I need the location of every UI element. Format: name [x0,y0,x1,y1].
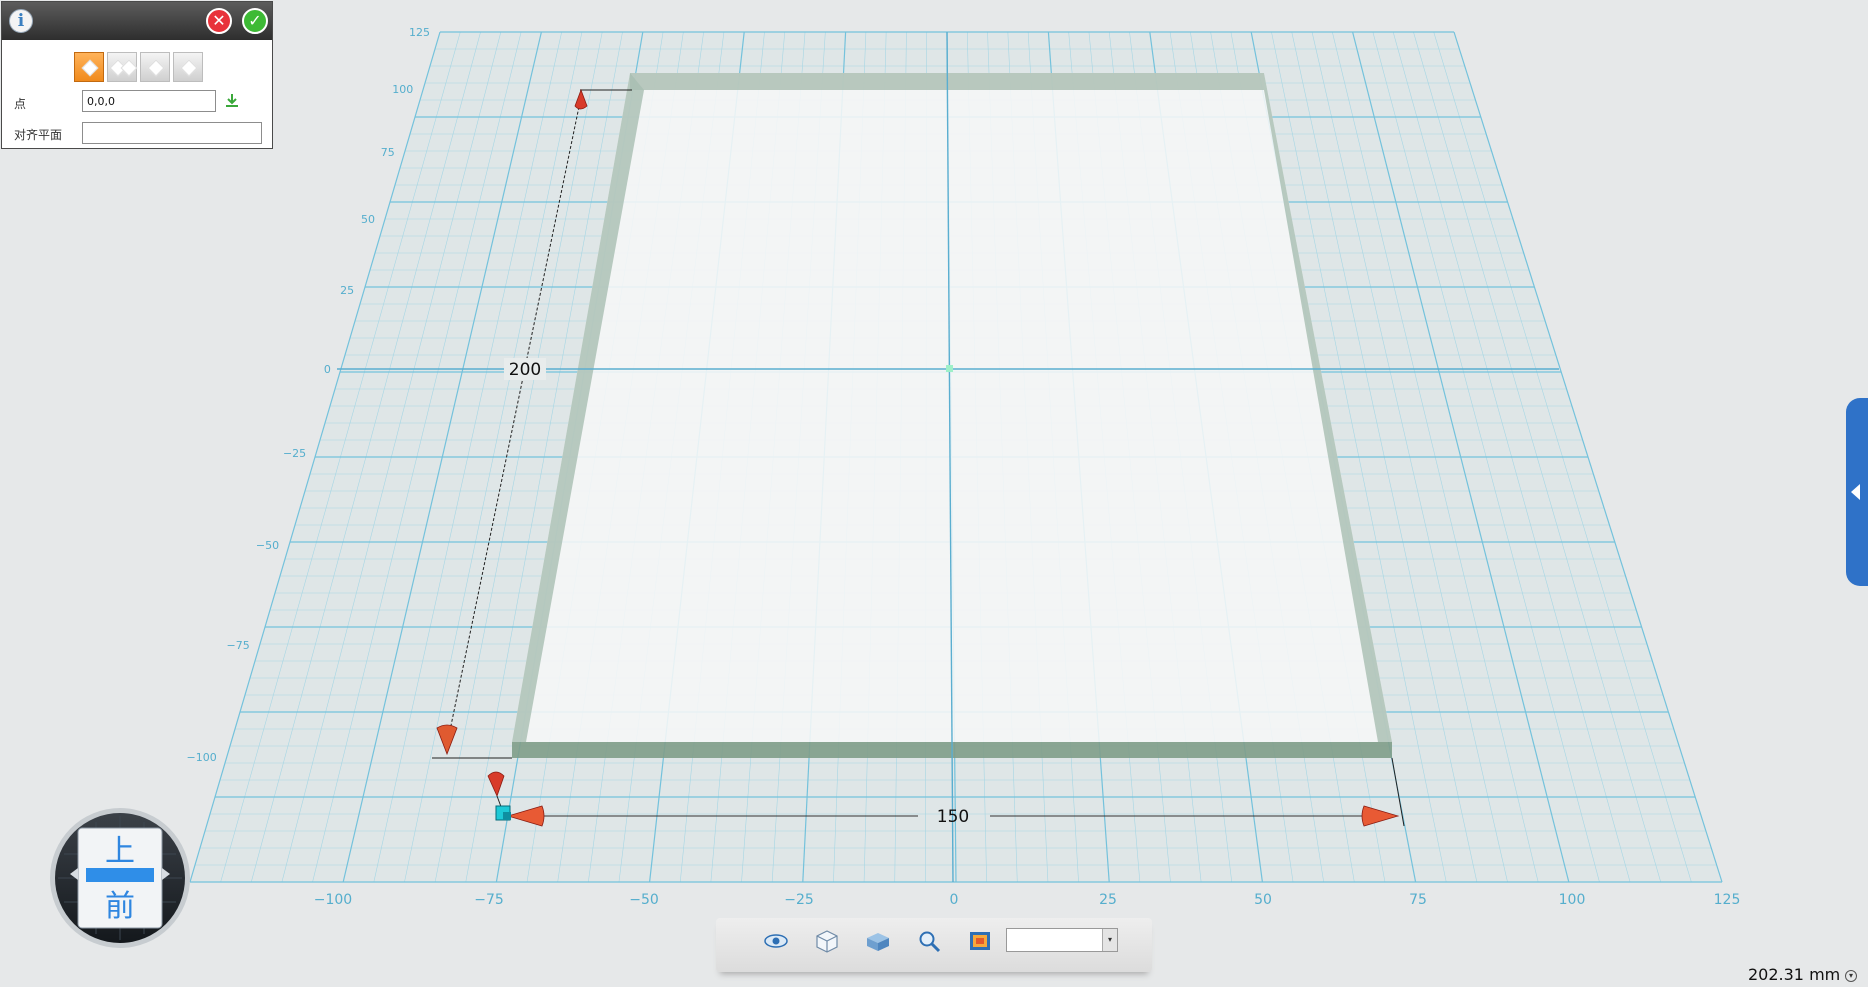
tick-label-x: 25 [1099,892,1117,908]
edge-point-mode-button[interactable] [140,52,170,82]
tick-label-x: −75 [474,892,504,908]
dropdown-arrow-icon[interactable]: ▾ [1102,929,1117,951]
point-coordinate-input[interactable] [82,90,216,112]
point-tool-panel: i ✕ ✓ 点 对齐平面 [1,1,273,149]
zoom-icon[interactable] [915,928,943,954]
corner-gizmo[interactable] [495,805,511,821]
panel-header: i ✕ ✓ [2,2,272,40]
chevron-left-icon [1851,484,1860,500]
tick-label-y: 100 [392,83,413,96]
view-cube-top-face[interactable]: 上 [105,834,135,869]
3d-viewport[interactable]: 125 100 75 50 25 0 −25 −50 −75 −100 −100 −75 −50 −25… [0,0,1868,987]
tick-label-y: 50 [361,213,375,226]
diamond-icon [180,59,198,77]
single-point-mode-button[interactable] [74,52,104,82]
info-icon[interactable]: i [9,9,33,33]
tick-label-x: 0 [950,892,959,908]
render-view-icon[interactable] [966,928,994,954]
tick-label-y: −50 [256,539,279,552]
align-plane-input[interactable] [82,122,262,144]
tick-label-y: 25 [340,284,354,297]
confirm-button[interactable]: ✓ [242,8,268,34]
point-label: 点 [14,97,27,111]
tick-label-x: 100 [1559,892,1586,908]
tick-label-y: −25 [283,447,306,460]
tick-label-x: 50 [1254,892,1272,908]
tick-label-y: −75 [226,639,249,652]
tick-label-y: 0 [324,363,331,376]
view-mode-select[interactable]: ▾ [1006,928,1118,952]
tick-label-x: 75 [1409,892,1427,908]
align-plane-label: 对齐平面 [14,128,63,142]
offset-point-mode-button[interactable] [173,52,203,82]
width-dimension-label[interactable]: 150 [937,807,969,827]
side-panel-toggle[interactable] [1846,398,1868,586]
wireframe-cube-icon[interactable] [813,928,841,954]
diamond-icon [147,59,165,77]
tick-label-x: −100 [314,892,352,908]
point-mode-group [74,52,203,82]
view-cube[interactable]: 上 前 [48,806,192,950]
readout-chevron-icon[interactable]: ▾ [1845,970,1857,982]
two-point-mode-button[interactable] [107,52,138,82]
diamond-icon [81,59,99,77]
length-dimension-label[interactable]: 200 [509,360,541,380]
cancel-button[interactable]: ✕ [206,8,232,34]
tick-label-x: −50 [629,892,659,908]
tick-label-y: 125 [409,26,430,39]
tick-label-y: 75 [381,146,395,159]
measurement-readout: 202.31 mm [1748,965,1841,984]
view-visibility-icon[interactable] [762,928,790,954]
pick-point-icon[interactable] [224,93,240,109]
origin-marker [946,365,953,372]
view-cube-front-face[interactable]: 前 [105,889,135,924]
tick-label-x: −25 [784,892,814,908]
tick-labels-x: −100 −75 −50 −25 0 25 50 75 100 125 [314,892,1741,908]
shaded-cube-icon[interactable] [864,928,892,954]
view-toolbar: ▾ [716,918,1152,972]
diamond-icon [120,59,138,77]
tick-label-y: −100 [187,751,217,764]
tick-label-x: 125 [1714,892,1741,908]
